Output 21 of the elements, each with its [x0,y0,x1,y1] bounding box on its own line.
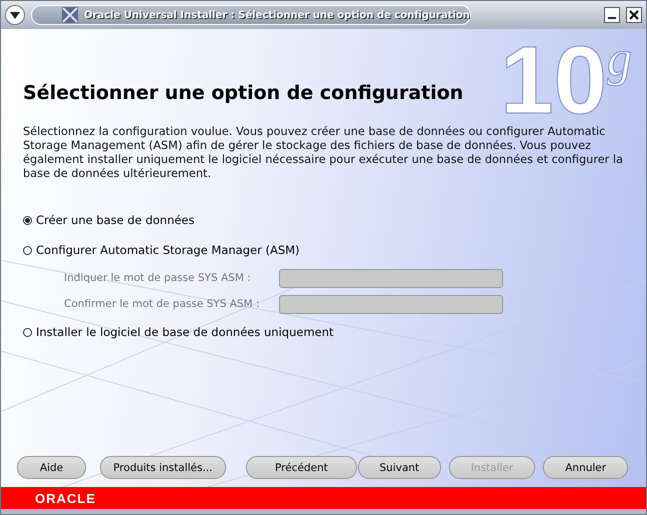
app-icon [62,7,78,23]
dialog-button[interactable]: Précédent [246,456,358,479]
dialog-button[interactable]: Suivant [358,456,441,479]
dialog-button[interactable]: Annuler [543,456,628,479]
brand-logo: ORACLE [35,490,96,506]
minimize-icon [608,17,616,19]
page-heading: Sélectionner une option de configuration [23,82,464,104]
radio-option[interactable]: Créer une base de données [23,205,628,235]
caret-icon [10,12,20,18]
description-text: Sélectionnez la configuration voulue. Vous pouvez créer une base de données ou configurer Automatic Storage Management (ASM) afin de gérer le stockage des fichiers de base de données. Vous pouvez également installer uniquement le logiciel nécessaire pour exécuter une base de données et configurer la base de données ultérieurement. [23,125,623,181]
close-button[interactable] [626,7,642,23]
field-label: Indiquer le mot de passe SYS ASM : [64,272,252,284]
close-icon [629,10,639,20]
window-title: Oracle Universal Installer : Sélectionner une option de configuration [84,10,470,20]
radio-option[interactable]: Installer le logiciel de base de données uniquement [23,317,628,347]
radio-option[interactable]: Configurer Automatic Storage Manager (ASM) [23,235,628,265]
dialog-button[interactable]: Produits installés... [100,456,226,479]
field-label: Confirmer le mot de passe SYS ASM : [64,298,260,310]
dialog-button[interactable]: Aide [17,456,86,479]
window-menu-button[interactable] [5,5,25,25]
minimize-button[interactable] [604,7,620,23]
